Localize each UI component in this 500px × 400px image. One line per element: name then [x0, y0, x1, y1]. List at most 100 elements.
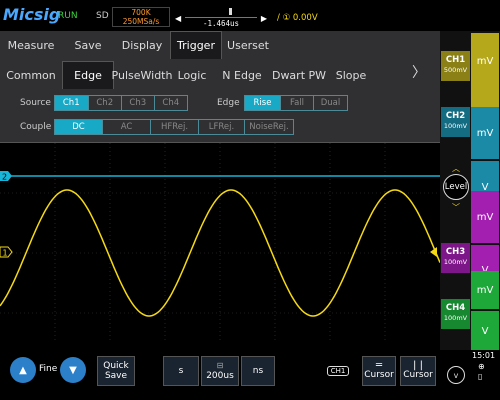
ch1-name: CH1	[445, 55, 466, 65]
timebase-control[interactable]: ⊟ 200us	[201, 356, 239, 386]
grid	[0, 143, 440, 343]
ch2-mv-button[interactable]: mV	[471, 107, 499, 159]
collapse-button[interactable]: v	[447, 366, 465, 384]
timebase-icon: ⊟	[216, 361, 224, 370]
timebase-value: 200us	[206, 371, 234, 381]
edge-label: Edge	[217, 98, 240, 108]
trigger-level-button[interactable]: Level	[443, 174, 469, 200]
tab-n-edge[interactable]: N Edge	[214, 61, 270, 89]
tab-edge[interactable]: Edge	[62, 61, 114, 89]
chevron-down-icon: v	[453, 370, 459, 380]
couple-label: Couple	[20, 122, 52, 132]
brand-logo: Micsig	[3, 5, 61, 24]
memory-bar	[185, 17, 257, 18]
vertical-cursor-button[interactable]: | | Cursor	[400, 356, 436, 386]
ch1-mv-button[interactable]: mV	[471, 33, 499, 89]
chevron-right-icon[interactable]: 〉	[412, 62, 426, 82]
tab-pulsewidth[interactable]: PulseWidth	[112, 61, 173, 89]
ch2-marker-label: 2	[2, 173, 7, 182]
tab-slope[interactable]: Slope	[328, 61, 374, 89]
source-option-ch4[interactable]: Ch4	[155, 96, 188, 110]
scroll-left-icon[interactable]: ◀	[175, 14, 181, 23]
ch3-label[interactable]: CH3 100mV	[441, 243, 470, 273]
tab-userset[interactable]: Userset	[222, 31, 274, 59]
ch1-label[interactable]: CH1 500mV	[441, 51, 470, 81]
source-option-ch1[interactable]: Ch1	[55, 96, 89, 110]
sample-rate: 250MSa/s	[122, 17, 160, 26]
status-bar: Micsig RUN SD 700K 250MSa/s ◀ -1.464us ▶…	[0, 0, 500, 30]
arrow-up-icon: ▲	[19, 364, 27, 376]
tab-save[interactable]: Save	[62, 31, 114, 59]
couple-option-ac[interactable]: AC	[103, 120, 151, 134]
run-status[interactable]: RUN	[58, 11, 78, 21]
horizontal-cursor-label: Cursor	[364, 370, 394, 380]
chevron-up-icon[interactable]: ︿	[452, 163, 460, 174]
chevron-down-icon[interactable]: ﹀	[452, 202, 460, 213]
ch1-badge: CH1	[326, 366, 350, 376]
tab-trigger[interactable]: Trigger	[170, 31, 222, 59]
ch3-mv-button[interactable]: mV	[471, 191, 499, 243]
ch4-scale: 100mV	[443, 314, 468, 322]
ch2-scale: 100mV	[443, 122, 468, 130]
edge-selector: Rise Fall Dual	[244, 95, 348, 111]
timebase-s-button[interactable]: s	[163, 356, 199, 386]
tab-common[interactable]: Common	[0, 61, 62, 89]
ch3-scale: 100mV	[443, 258, 468, 266]
ch2-name: CH2	[445, 111, 466, 121]
trigger-status[interactable]: / ① 0.00V	[277, 13, 318, 23]
quick-save-button[interactable]: Quick Save	[97, 356, 135, 386]
lock-icon: ⊕	[478, 362, 485, 371]
tab-measure[interactable]: Measure	[0, 31, 62, 59]
sample-points: 700K	[131, 8, 151, 17]
couple-option-noiserej[interactable]: NoiseRej.	[245, 120, 293, 134]
vertical-cursor-label: Cursor	[403, 370, 433, 380]
ch1-scale: 500mV	[443, 66, 468, 74]
ch2-ground-marker[interactable]: 2	[0, 171, 12, 182]
quick-save-line2: Save	[104, 371, 128, 381]
tab-logic[interactable]: Logic	[170, 61, 214, 89]
timebase-ns-button[interactable]: ns	[241, 356, 275, 386]
main-tabs: Measure Save Display Trigger Userset	[0, 31, 274, 59]
fine-label[interactable]: Fine	[39, 364, 57, 374]
source-option-ch3[interactable]: Ch3	[122, 96, 155, 110]
edge-option-fall[interactable]: Fall	[281, 96, 314, 110]
source-label: Source	[20, 98, 51, 108]
ch4-v-button[interactable]: V	[471, 311, 499, 351]
ch2-label[interactable]: CH2 100mV	[441, 107, 470, 137]
waveform-display[interactable]: 2 1	[0, 143, 440, 343]
ch4-name: CH4	[445, 303, 466, 313]
timebase-navigator[interactable]: ◀ -1.464us ▶	[175, 7, 267, 28]
ch1-select-button[interactable]: CH1	[320, 356, 356, 386]
source-option-ch2[interactable]: Ch2	[89, 96, 122, 110]
ch1-marker-label: 1	[3, 249, 8, 258]
edge-option-rise[interactable]: Rise	[245, 96, 281, 110]
arrow-down-button[interactable]: ▼	[60, 357, 86, 383]
battery-icon: ▯	[478, 372, 483, 381]
source-selector: Ch1 Ch2 Ch3 Ch4	[54, 95, 188, 111]
clock: 15:01	[472, 351, 496, 360]
ch3-name: CH3	[445, 247, 466, 257]
trigger-position-marker[interactable]	[229, 8, 232, 15]
horizontal-cursor-button[interactable]: ═ Cursor	[362, 356, 396, 386]
ch4-label[interactable]: CH4 100mV	[441, 299, 470, 329]
arrow-down-icon: ▼	[69, 364, 77, 376]
couple-option-dc[interactable]: DC	[55, 120, 103, 134]
couple-option-hfrej[interactable]: HFRej.	[151, 120, 199, 134]
tab-dwart-pw[interactable]: Dwart PW	[270, 61, 328, 89]
ch1-ground-marker[interactable]: 1	[0, 246, 13, 258]
acquisition-info[interactable]: 700K 250MSa/s	[112, 7, 170, 27]
vertical-cursor-icon: | |	[413, 360, 423, 371]
ch4-mv-button[interactable]: mV	[471, 271, 499, 309]
arrow-up-button[interactable]: ▲	[10, 357, 36, 383]
trigger-type-tabs: Common Edge PulseWidth Logic N Edge Dwar…	[0, 61, 374, 89]
quick-save-line1: Quick	[103, 361, 129, 371]
horizontal-cursor-icon: ═	[375, 360, 383, 371]
edge-option-dual[interactable]: Dual	[314, 96, 347, 110]
tab-display[interactable]: Display	[114, 31, 170, 59]
scroll-right-icon[interactable]: ▶	[261, 14, 267, 23]
trigger-menu: Measure Save Display Trigger Userset Com…	[0, 31, 440, 143]
couple-option-lfrej[interactable]: LFRej.	[199, 120, 245, 134]
time-offset: -1.464us	[202, 19, 240, 28]
couple-selector: DC AC HFRej. LFRej. NoiseRej.	[54, 119, 294, 135]
sd-card-indicator: SD	[96, 11, 109, 21]
